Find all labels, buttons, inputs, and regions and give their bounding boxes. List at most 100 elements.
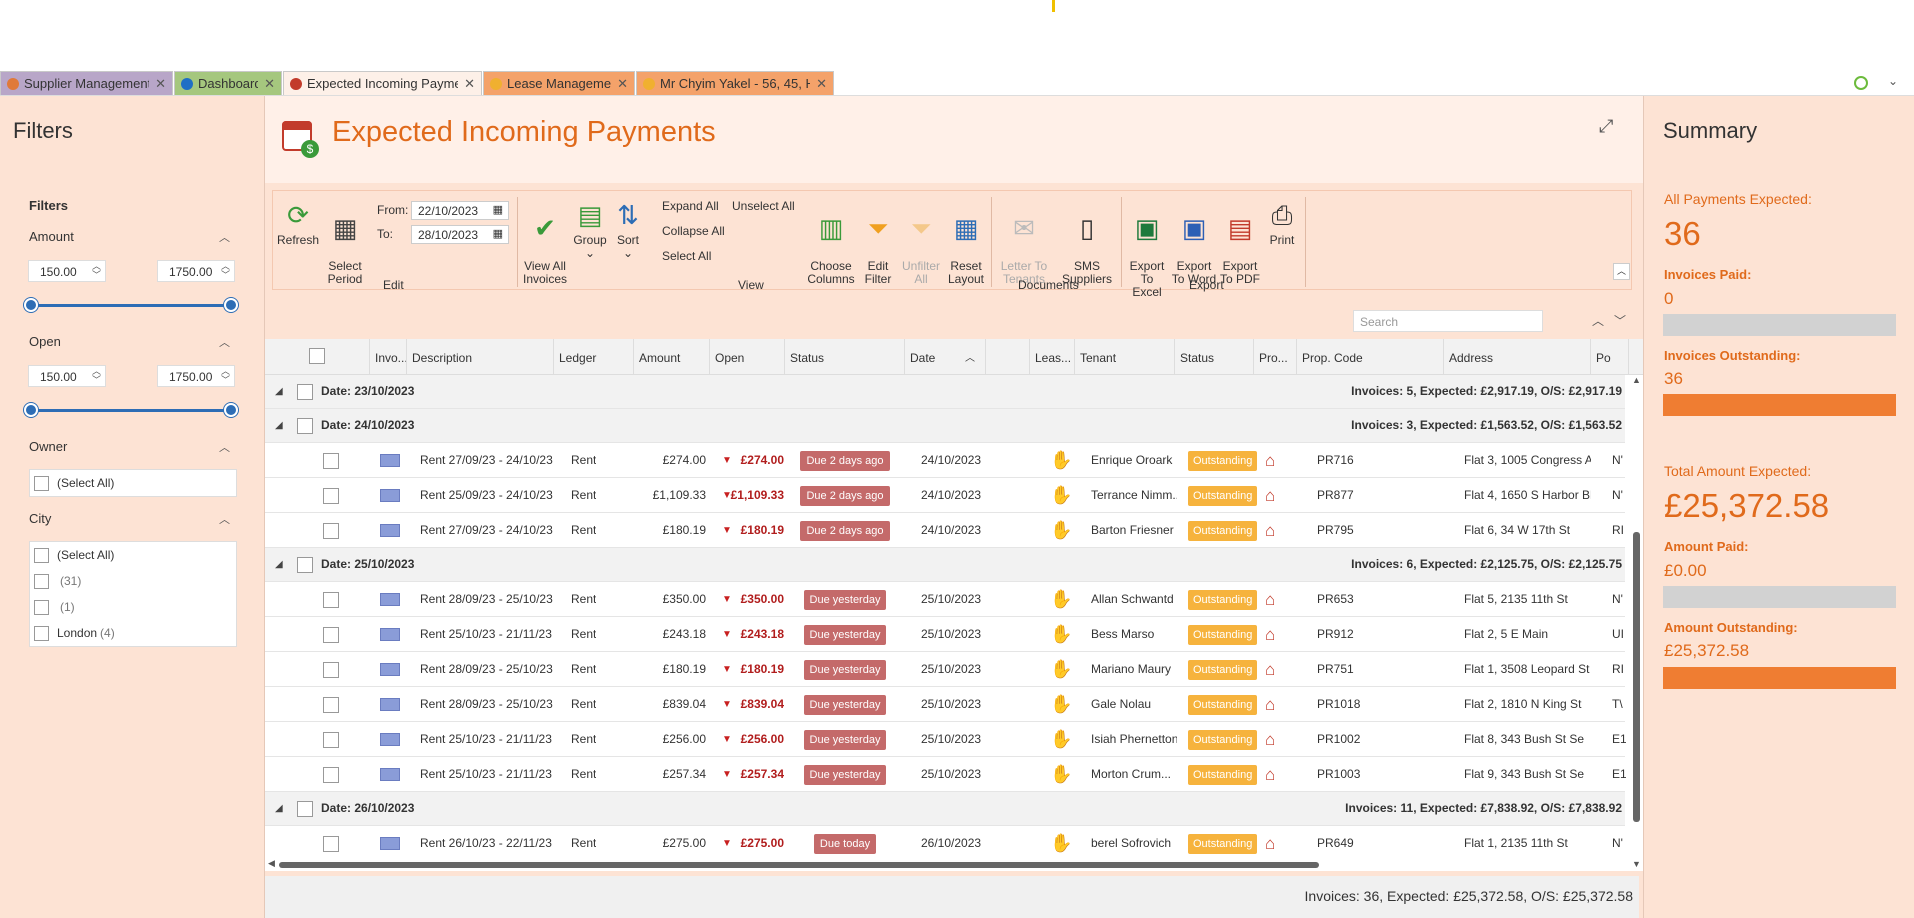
chevron-down-icon[interactable]: ⌄	[1888, 74, 1898, 88]
table-row[interactable]: Rent 26/10/23 - 22/11/23 Rent £275.00 ▼ £275…	[265, 826, 1625, 861]
lease-hand-icon[interactable]: ✋	[1050, 478, 1072, 513]
sms-suppliers-button[interactable]: ▯ SMS Suppliers	[1055, 199, 1119, 286]
scroll-left-arrow-icon[interactable]: ◀	[268, 858, 275, 869]
scroll-thumb[interactable]	[279, 862, 1319, 868]
invoice-doc-icon[interactable]	[380, 687, 400, 722]
group-checkbox[interactable]	[297, 409, 313, 444]
row-checkbox[interactable]	[323, 582, 339, 617]
lease-hand-icon[interactable]: ✋	[1050, 722, 1072, 757]
group-row[interactable]: ◢ Date: 25/10/2023 Invoices: 6, Expected: …	[265, 548, 1625, 582]
checkbox[interactable]	[34, 475, 49, 491]
close-icon[interactable]: ✕	[264, 76, 275, 92]
collapse-group-icon[interactable]: ◢	[275, 409, 283, 444]
table-row[interactable]: Rent 28/09/23 - 25/10/23 Rent £839.04 ▼ £839…	[265, 687, 1625, 722]
table-row[interactable]: Rent 27/09/23 - 24/10/23 Rent £180.19 ▼ £180…	[265, 513, 1625, 548]
expand-all-button[interactable]: Expand All	[662, 199, 719, 213]
lease-hand-icon[interactable]: ✋	[1050, 513, 1072, 548]
letter-to-tenants-button[interactable]: ✉ Letter To Tenants	[995, 199, 1053, 286]
table-row[interactable]: Rent 27/09/23 - 24/10/23 Rent £274.00 ▼ £274…	[265, 443, 1625, 478]
expand-icon[interactable]: ⤢	[1599, 116, 1613, 137]
column-header[interactable]: Prop. Code	[1297, 339, 1444, 375]
tab-dashboard[interactable]: Dashboard ✕	[174, 71, 282, 95]
group-row[interactable]: ◢ Date: 26/10/2023 Invoices: 11, Expected:…	[265, 792, 1625, 826]
chevron-up-icon[interactable]: ︿	[1592, 312, 1604, 329]
column-header[interactable]	[986, 339, 1030, 375]
chevron-up-icon[interactable]: ︿	[219, 229, 230, 245]
choose-columns-button[interactable]: ▥ Choose Columns	[805, 199, 857, 286]
column-header-date[interactable]: Date ︿	[905, 339, 986, 375]
invoice-doc-icon[interactable]	[380, 826, 400, 861]
column-header[interactable]: Tenant	[1075, 339, 1175, 375]
invoice-doc-icon[interactable]	[380, 582, 400, 617]
house-icon[interactable]: ⌂	[1265, 478, 1275, 513]
invoice-doc-icon[interactable]	[380, 722, 400, 757]
amount-range-slider[interactable]	[24, 298, 238, 312]
edit-filter-button[interactable]: ⏷ Edit Filter	[859, 199, 897, 286]
checkbox[interactable]	[323, 766, 339, 783]
calendar-icon[interactable]: ▦	[493, 227, 503, 240]
refresh-button[interactable]: ⟳ Refresh	[277, 199, 319, 247]
checkbox[interactable]	[323, 731, 339, 748]
checkbox[interactable]	[297, 556, 313, 573]
lease-hand-icon[interactable]: ✋	[1050, 757, 1072, 792]
export-word-button[interactable]: ▣ Export To Word	[1171, 199, 1217, 286]
checkbox[interactable]	[323, 626, 339, 643]
checkbox[interactable]	[323, 591, 339, 608]
checkbox[interactable]	[323, 696, 339, 713]
invoice-doc-icon[interactable]	[380, 757, 400, 792]
column-header[interactable]: Po	[1591, 339, 1629, 375]
row-checkbox[interactable]	[323, 687, 339, 722]
row-checkbox[interactable]	[323, 513, 339, 548]
group-button[interactable]: ▤ Group ⌄	[571, 199, 609, 260]
chevron-up-icon[interactable]: ︿	[219, 439, 230, 455]
unfilter-all-button[interactable]: ⏷ Unfilter All	[899, 199, 943, 286]
city-item[interactable]: (31)	[30, 568, 236, 594]
lease-hand-icon[interactable]: ✋	[1050, 687, 1072, 722]
invoice-doc-icon[interactable]	[380, 443, 400, 478]
checkbox[interactable]	[34, 547, 49, 563]
tab-tenant-record[interactable]: Mr Chyim Yakel - 56, 45, Hii ✕	[636, 71, 834, 95]
invoice-doc-icon[interactable]	[380, 652, 400, 687]
column-header[interactable]: Open	[710, 339, 785, 375]
lease-hand-icon[interactable]: ✋	[1050, 443, 1072, 478]
group-checkbox[interactable]	[297, 548, 313, 583]
calendar-icon[interactable]: ▦	[493, 203, 503, 216]
lease-hand-icon[interactable]: ✋	[1050, 582, 1072, 617]
column-header[interactable]: Leas...	[1030, 339, 1075, 375]
city-item[interactable]: (Select All)	[30, 542, 236, 568]
city-item[interactable]: London (4)	[30, 620, 236, 646]
open-range-slider[interactable]	[24, 403, 238, 417]
checkbox[interactable]	[297, 383, 313, 400]
owner-select-all[interactable]: (Select All)	[30, 470, 236, 496]
scroll-down-arrow-icon[interactable]: ▼	[1632, 859, 1641, 869]
group-checkbox[interactable]	[297, 375, 313, 410]
column-header[interactable]: Status	[785, 339, 905, 375]
unselect-all-button[interactable]: Unselect All	[732, 199, 795, 213]
spinner-arrows-icon[interactable]: ︿ ﹀	[92, 367, 101, 385]
view-all-invoices-button[interactable]: ✔ View All Invoices	[521, 199, 569, 286]
row-checkbox[interactable]	[323, 617, 339, 652]
checkbox[interactable]	[309, 348, 325, 364]
collapse-all-button[interactable]: Collapse All	[662, 224, 725, 238]
group-row[interactable]: ◢ Date: 23/10/2023 Invoices: 5, Expected: …	[265, 375, 1625, 409]
column-header[interactable]: Ledger	[554, 339, 634, 375]
house-icon[interactable]: ⌂	[1265, 582, 1275, 617]
column-header[interactable]: Description	[407, 339, 554, 375]
close-icon[interactable]: ✕	[816, 76, 827, 92]
slider-min-handle[interactable]	[24, 403, 38, 417]
chevron-up-icon[interactable]: ︿	[219, 334, 230, 350]
row-checkbox[interactable]	[323, 652, 339, 687]
header-select-all[interactable]	[265, 339, 370, 375]
collapse-group-icon[interactable]: ◢	[275, 792, 283, 827]
checkbox[interactable]	[323, 522, 339, 539]
collapse-ribbon-button[interactable]: ︿	[1613, 263, 1630, 280]
export-pdf-button[interactable]: ▤ Export To PDF	[1219, 199, 1261, 286]
tab-expected-incoming-payments[interactable]: Expected Incoming Paymen ✕	[283, 71, 482, 95]
house-icon[interactable]: ⌂	[1265, 757, 1275, 792]
slider-max-handle[interactable]	[224, 403, 238, 417]
column-header[interactable]: Amount	[634, 339, 710, 375]
close-icon[interactable]: ✕	[617, 76, 628, 92]
status-refresh-icon[interactable]	[1854, 76, 1868, 90]
scroll-thumb[interactable]	[1633, 532, 1640, 822]
checkbox[interactable]	[323, 452, 339, 469]
